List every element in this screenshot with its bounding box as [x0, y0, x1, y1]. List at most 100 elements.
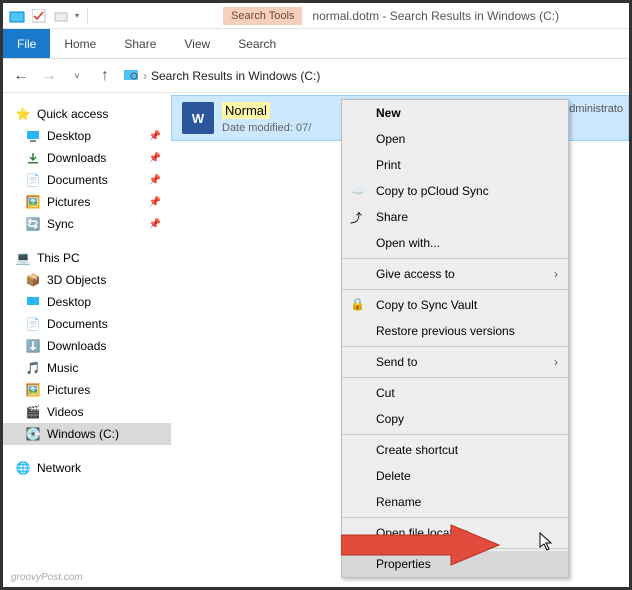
- sidebar-item-downloads2[interactable]: ⬇️ Downloads: [3, 335, 171, 357]
- sidebar-label: Pictures: [47, 195, 90, 209]
- tab-share[interactable]: Share: [110, 37, 170, 51]
- results-pane: W Normal Date modified: 07/ C:\Users\Adm…: [171, 93, 629, 587]
- tab-search[interactable]: Search: [224, 37, 290, 51]
- pin-icon: 📌: [149, 153, 161, 164]
- mouse-cursor-icon: [539, 532, 555, 557]
- annotation-arrow-icon: [341, 523, 501, 567]
- downloads-icon: [25, 150, 41, 166]
- cm-open[interactable]: Open: [342, 126, 568, 152]
- sidebar-item-3dobjects[interactable]: 📦 3D Objects: [3, 269, 171, 291]
- qat-check-icon[interactable]: [31, 8, 47, 24]
- pin-icon: 📌: [149, 131, 161, 142]
- sidebar-item-desktop[interactable]: Desktop 📌: [3, 125, 171, 147]
- sidebar-label: Desktop: [47, 129, 91, 143]
- sidebar-item-music[interactable]: 🎵 Music: [3, 357, 171, 379]
- breadcrumb-chevron-icon: ›: [143, 69, 147, 83]
- nav-recent-dropdown[interactable]: ˅: [67, 66, 87, 86]
- desktop-icon: [25, 294, 41, 310]
- cm-copy-pcloud[interactable]: ☁️Copy to pCloud Sync: [342, 178, 568, 204]
- cm-copy[interactable]: Copy: [342, 406, 568, 432]
- cm-create-shortcut[interactable]: Create shortcut: [342, 437, 568, 463]
- pictures-icon: 🖼️: [25, 194, 41, 210]
- sidebar-label: Sync: [47, 217, 74, 231]
- sidebar-label: 3D Objects: [47, 273, 106, 287]
- window-title: normal.dotm - Search Results in Windows …: [312, 9, 559, 23]
- sidebar-label: Documents: [47, 173, 108, 187]
- cm-separator: [342, 346, 568, 347]
- word-doc-icon: W: [182, 102, 214, 134]
- tab-view[interactable]: View: [170, 37, 224, 51]
- chevron-right-icon: ›: [554, 267, 558, 281]
- downloads-icon: ⬇️: [25, 338, 41, 354]
- navigation-pane: ⭐ Quick access Desktop📌 Downloads📌 📄Docu…: [3, 93, 171, 587]
- cm-separator: [342, 434, 568, 435]
- tab-file[interactable]: File: [3, 29, 50, 58]
- cm-copy-sync-vault[interactable]: 🔒 Copy to Sync Vault: [342, 292, 568, 318]
- tab-home[interactable]: Home: [50, 37, 110, 51]
- star-icon: ⭐: [15, 106, 31, 122]
- nav-up-button[interactable]: ↑: [95, 66, 115, 86]
- nav-forward-button[interactable]: →: [39, 66, 59, 86]
- sidebar-item-pictures2[interactable]: 🖼️ Pictures: [3, 379, 171, 401]
- sidebar-item-videos[interactable]: 🎬Videos: [3, 401, 171, 423]
- sync-vault-icon: 🔒: [350, 297, 366, 313]
- cm-label: Copy to pCloud Sync: [376, 184, 489, 198]
- qat-folder-icon[interactable]: [53, 8, 69, 24]
- breadcrumb-label[interactable]: Search Results in Windows (C:): [151, 69, 320, 83]
- cm-send-to[interactable]: Send to›: [342, 349, 568, 375]
- sidebar-item-documents2[interactable]: 📄 Documents: [3, 313, 171, 335]
- watermark: groovyPost.com: [11, 572, 83, 583]
- title-bar: Search Tools normal.dotm - Search Result…: [223, 3, 559, 29]
- sidebar-network[interactable]: 🌐 Network: [3, 457, 171, 479]
- music-icon: 🎵: [25, 360, 41, 376]
- navigation-bar: ← → ˅ ↑ › Search Results in Windows (C:): [3, 59, 629, 93]
- cm-open-with[interactable]: Open with...: [342, 230, 568, 256]
- videos-icon: 🎬: [25, 404, 41, 420]
- share-icon: ⤴: [350, 209, 366, 225]
- cm-give-access[interactable]: Give access to ›: [342, 261, 568, 287]
- sidebar-quickaccess[interactable]: ⭐ Quick access: [3, 103, 171, 125]
- cm-separator: [342, 517, 568, 518]
- sidebar-label: Network: [37, 461, 81, 475]
- cm-restore[interactable]: Restore previous versions: [342, 318, 568, 344]
- network-icon: 🌐: [15, 460, 31, 476]
- cm-delete[interactable]: Delete: [342, 463, 568, 489]
- desktop-icon: [25, 128, 41, 144]
- cm-label: Share: [376, 210, 408, 224]
- cm-new[interactable]: New: [342, 100, 568, 126]
- sidebar-item-pictures[interactable]: 🖼️Pictures📌: [3, 191, 171, 213]
- sidebar-item-documents[interactable]: 📄Documents📌: [3, 169, 171, 191]
- search-tools-contextual-tab[interactable]: Search Tools: [223, 7, 302, 25]
- sidebar-label: Downloads: [47, 339, 106, 353]
- sidebar-label: Music: [47, 361, 78, 375]
- cm-label: Copy to Sync Vault: [376, 298, 477, 312]
- sidebar-label: Pictures: [47, 383, 90, 397]
- sync-icon: 🔄: [25, 216, 41, 232]
- sidebar-item-sync[interactable]: 🔄Sync📌: [3, 213, 171, 235]
- qat-divider: [87, 8, 88, 24]
- sidebar-label: Quick access: [37, 107, 108, 121]
- sidebar-label: Windows (C:): [47, 427, 119, 441]
- explorer-icon: [9, 8, 25, 24]
- sidebar-item-desktop2[interactable]: Desktop: [3, 291, 171, 313]
- sidebar-label: Documents: [47, 317, 108, 331]
- context-menu: New Open Print ☁️Copy to pCloud Sync ⤴ Sh…: [341, 99, 569, 578]
- cm-share[interactable]: ⤴ Share: [342, 204, 568, 230]
- address-bar[interactable]: › Search Results in Windows (C:): [123, 66, 320, 85]
- pictures-icon: 🖼️: [25, 382, 41, 398]
- sidebar-item-windows-c[interactable]: 💽Windows (C:): [3, 423, 171, 445]
- cm-separator: [342, 377, 568, 378]
- cm-separator: [342, 289, 568, 290]
- sidebar-item-downloads[interactable]: Downloads📌: [3, 147, 171, 169]
- cm-print[interactable]: Print: [342, 152, 568, 178]
- cm-cut[interactable]: Cut: [342, 380, 568, 406]
- qat-dropdown-icon[interactable]: ▾: [75, 11, 79, 20]
- sidebar-thispc[interactable]: 💻This PC: [3, 247, 171, 269]
- pc-icon: 💻: [15, 250, 31, 266]
- cm-rename[interactable]: Rename: [342, 489, 568, 515]
- cm-label: Give access to: [376, 267, 455, 281]
- chevron-right-icon: ›: [554, 355, 558, 369]
- nav-back-button[interactable]: ←: [11, 66, 31, 86]
- cube-icon: 📦: [25, 272, 41, 288]
- documents-icon: 📄: [25, 316, 41, 332]
